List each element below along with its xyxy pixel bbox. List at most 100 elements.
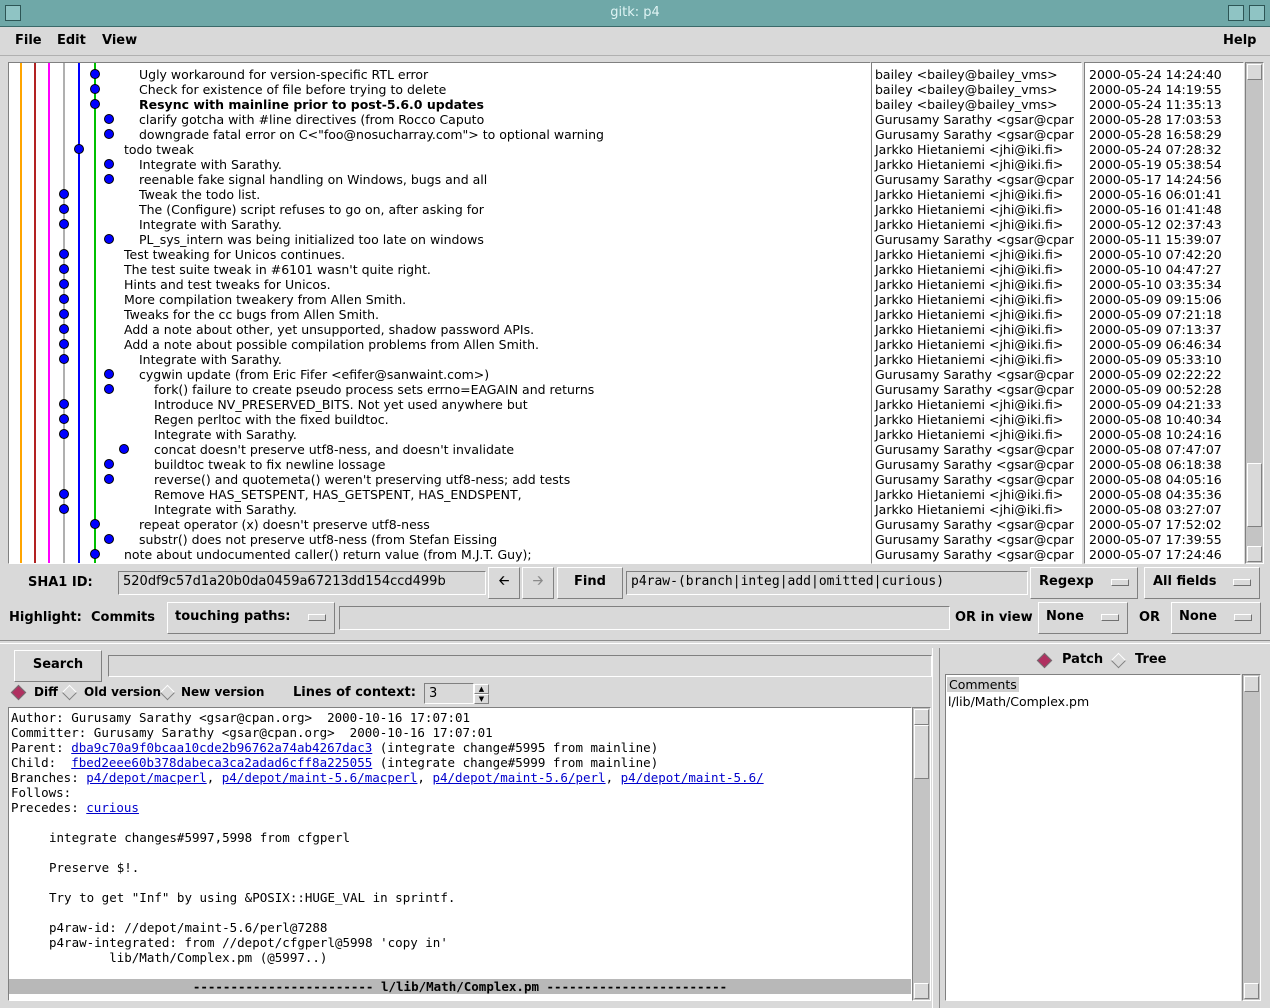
commit-author[interactable]: Gurusamy Sarathy <gsar@cpar	[875, 172, 1074, 187]
parent-link[interactable]: dba9c70a9f0bcaa10cde2b96762a74ab4267dac3	[71, 740, 372, 755]
commit-list-scrollbar[interactable]	[1245, 62, 1264, 564]
commit-date[interactable]: 2000-05-09 04:21:33	[1089, 397, 1222, 412]
find-type-menu[interactable]: Regexp	[1030, 567, 1138, 599]
commit-author[interactable]: Jarkko Hietaniemi <jhi@iki.fi>	[875, 487, 1063, 502]
commit-date[interactable]: 2000-05-12 02:37:43	[1089, 217, 1222, 232]
commit-author[interactable]: bailey <bailey@bailey_vms>	[875, 67, 1058, 82]
commit-author[interactable]: Jarkko Hietaniemi <jhi@iki.fi>	[875, 247, 1063, 262]
commit-author[interactable]: Jarkko Hietaniemi <jhi@iki.fi>	[875, 217, 1063, 232]
menu-edit[interactable]: Edit	[57, 33, 86, 48]
find-in-menu[interactable]: All fields	[1144, 567, 1260, 599]
commit-author[interactable]: bailey <bailey@bailey_vms>	[875, 82, 1058, 97]
commit-author[interactable]: Jarkko Hietaniemi <jhi@iki.fi>	[875, 322, 1063, 337]
commit-date[interactable]: 2000-05-08 10:24:16	[1089, 427, 1222, 442]
commit-author[interactable]: Jarkko Hietaniemi <jhi@iki.fi>	[875, 202, 1063, 217]
commit-date[interactable]: 2000-05-28 17:03:53	[1089, 112, 1222, 127]
commit-date[interactable]: 2000-05-09 02:22:22	[1089, 367, 1222, 382]
commit-author[interactable]: Gurusamy Sarathy <gsar@cpar	[875, 457, 1074, 472]
commit-author[interactable]: Gurusamy Sarathy <gsar@cpar	[875, 382, 1074, 397]
commit-author[interactable]: Gurusamy Sarathy <gsar@cpar	[875, 127, 1074, 142]
menu-file[interactable]: File	[15, 33, 42, 48]
commit-date[interactable]: 2000-05-24 11:35:13	[1089, 97, 1222, 112]
commit-subject[interactable]: Tweak the todo list.	[139, 187, 260, 202]
branch-link[interactable]: p4/depot/maint-5.6/	[621, 770, 764, 785]
or-highlight-menu[interactable]: None	[1171, 602, 1261, 634]
date-pane[interactable]: 2000-05-24 14:24:40 2000-05-24 14:19:55 20…	[1084, 62, 1244, 564]
commit-subject[interactable]: Regen perltoc with the fixed buildtoc.	[154, 412, 389, 427]
menu-help[interactable]: Help	[1223, 33, 1256, 48]
commit-subject[interactable]: Tweaks for the cc bugs from Allen Smith.	[124, 307, 379, 322]
menu-view[interactable]: View	[102, 33, 137, 48]
maximize-icon[interactable]	[1249, 5, 1265, 21]
commit-date[interactable]: 2000-05-10 03:35:34	[1089, 277, 1222, 292]
commit-subject[interactable]: Test tweaking for Unicos continues.	[124, 247, 345, 262]
commit-subject[interactable]: The (Configure) script refuses to go on,…	[139, 202, 484, 217]
scroll-up-icon[interactable]	[1244, 676, 1259, 692]
commit-subject[interactable]: downgrade fatal error on C<"foo@nosuchar…	[139, 127, 604, 142]
commit-author[interactable]: Gurusamy Sarathy <gsar@cpar	[875, 367, 1074, 382]
commit-date[interactable]: 2000-05-08 07:47:07	[1089, 442, 1222, 457]
commit-date[interactable]: 2000-05-08 03:27:07	[1089, 502, 1222, 517]
branch-link[interactable]: p4/depot/maint-5.6/macperl	[222, 770, 418, 785]
search-input[interactable]	[108, 655, 932, 677]
commit-details-pane[interactable]: Author: Gurusamy Sarathy <gsar@cpan.org>…	[8, 707, 912, 1001]
find-input[interactable]: p4raw-(branch|integ|add|omitted|curious)	[626, 571, 1028, 595]
commit-subject[interactable]: Resync with mainline prior to post-5.6.0…	[139, 97, 484, 112]
commit-date[interactable]: 2000-05-24 14:19:55	[1089, 82, 1222, 97]
commit-subject[interactable]: PL_sys_intern was being initialized too …	[139, 232, 484, 247]
spin-down-icon[interactable]: ▼	[474, 694, 489, 704]
commit-author[interactable]: Jarkko Hietaniemi <jhi@iki.fi>	[875, 157, 1063, 172]
commit-author[interactable]: Gurusamy Sarathy <gsar@cpar	[875, 112, 1074, 127]
spin-up-icon[interactable]: ▲	[474, 684, 489, 694]
commit-author[interactable]: Jarkko Hietaniemi <jhi@iki.fi>	[875, 427, 1063, 442]
scroll-down-icon[interactable]	[1247, 546, 1262, 562]
commit-author[interactable]: Jarkko Hietaniemi <jhi@iki.fi>	[875, 307, 1063, 322]
old-version-radio[interactable]	[61, 684, 78, 701]
commit-date[interactable]: 2000-05-09 00:52:28	[1089, 382, 1222, 397]
commit-date[interactable]: 2000-05-07 17:39:55	[1089, 532, 1222, 547]
commit-subject[interactable]: Introduce NV_PRESERVED_BITS. Not yet use…	[154, 397, 528, 412]
commit-subject[interactable]: Ugly workaround for version-specific RTL…	[139, 67, 428, 82]
commit-subject[interactable]: Integrate with Sarathy.	[139, 157, 282, 172]
commit-date[interactable]: 2000-05-08 10:40:34	[1089, 412, 1222, 427]
commit-subject[interactable]: Check for existence of file before tryin…	[139, 82, 446, 97]
file-list-scrollbar[interactable]	[1242, 674, 1261, 1001]
branch-link[interactable]: p4/depot/maint-5.6/perl	[432, 770, 605, 785]
highlight-paths-input[interactable]	[339, 606, 950, 630]
search-button[interactable]: Search	[14, 650, 102, 682]
minimize-icon[interactable]	[1228, 5, 1244, 21]
commit-graph-pane[interactable]: Ugly workaround for version-specific RTL…	[8, 62, 871, 564]
branch-link[interactable]: p4/depot/macperl	[86, 770, 206, 785]
patch-radio[interactable]	[1036, 652, 1053, 669]
commit-date[interactable]: 2000-05-09 09:15:06	[1089, 292, 1222, 307]
commit-date[interactable]: 2000-05-11 15:39:07	[1089, 232, 1222, 247]
commit-date[interactable]: 2000-05-10 04:47:27	[1089, 262, 1222, 277]
commit-date[interactable]: 2000-05-28 16:58:29	[1089, 127, 1222, 142]
commit-date[interactable]: 2000-05-16 06:01:41	[1089, 187, 1222, 202]
file-list-pane[interactable]: Comments l/lib/Math/Complex.pm	[945, 674, 1241, 1001]
commit-author[interactable]: Gurusamy Sarathy <gsar@cpar	[875, 442, 1074, 457]
commit-date[interactable]: 2000-05-17 14:24:56	[1089, 172, 1222, 187]
view-highlight-menu[interactable]: None	[1038, 602, 1128, 634]
commit-author[interactable]: Gurusamy Sarathy <gsar@cpar	[875, 547, 1074, 562]
commit-author[interactable]: Jarkko Hietaniemi <jhi@iki.fi>	[875, 292, 1063, 307]
commit-subject[interactable]: repeat operator (x) doesn't preserve utf…	[139, 517, 430, 532]
commit-date[interactable]: 2000-05-24 07:28:32	[1089, 142, 1222, 157]
highlight-mode-menu[interactable]: touching paths:	[167, 602, 335, 634]
tree-radio[interactable]	[1110, 652, 1127, 669]
commit-subject[interactable]: reenable fake signal handling on Windows…	[139, 172, 487, 187]
commit-author[interactable]: Jarkko Hietaniemi <jhi@iki.fi>	[875, 502, 1063, 517]
commit-author[interactable]: Jarkko Hietaniemi <jhi@iki.fi>	[875, 262, 1063, 277]
commit-subject[interactable]: Integrate with Sarathy.	[139, 217, 282, 232]
child-link[interactable]: fbed2eee60b378dabeca3ca2adad6cff8a225055	[71, 755, 372, 770]
file-list-item-comments[interactable]: Comments	[947, 677, 1019, 692]
commit-author[interactable]: Jarkko Hietaniemi <jhi@iki.fi>	[875, 142, 1063, 157]
precedes-link[interactable]: curious	[86, 800, 139, 815]
scrollbar-thumb[interactable]	[914, 725, 929, 779]
commit-author[interactable]: Gurusamy Sarathy <gsar@cpar	[875, 517, 1074, 532]
commit-author[interactable]: Jarkko Hietaniemi <jhi@iki.fi>	[875, 187, 1063, 202]
commit-subject[interactable]: Add a note about possible compilation pr…	[124, 337, 539, 352]
commit-date[interactable]: 2000-05-07 17:52:02	[1089, 517, 1222, 532]
commit-subject[interactable]: note about undocumented caller() return …	[124, 547, 532, 562]
commit-date[interactable]: 2000-05-09 05:33:10	[1089, 352, 1222, 367]
